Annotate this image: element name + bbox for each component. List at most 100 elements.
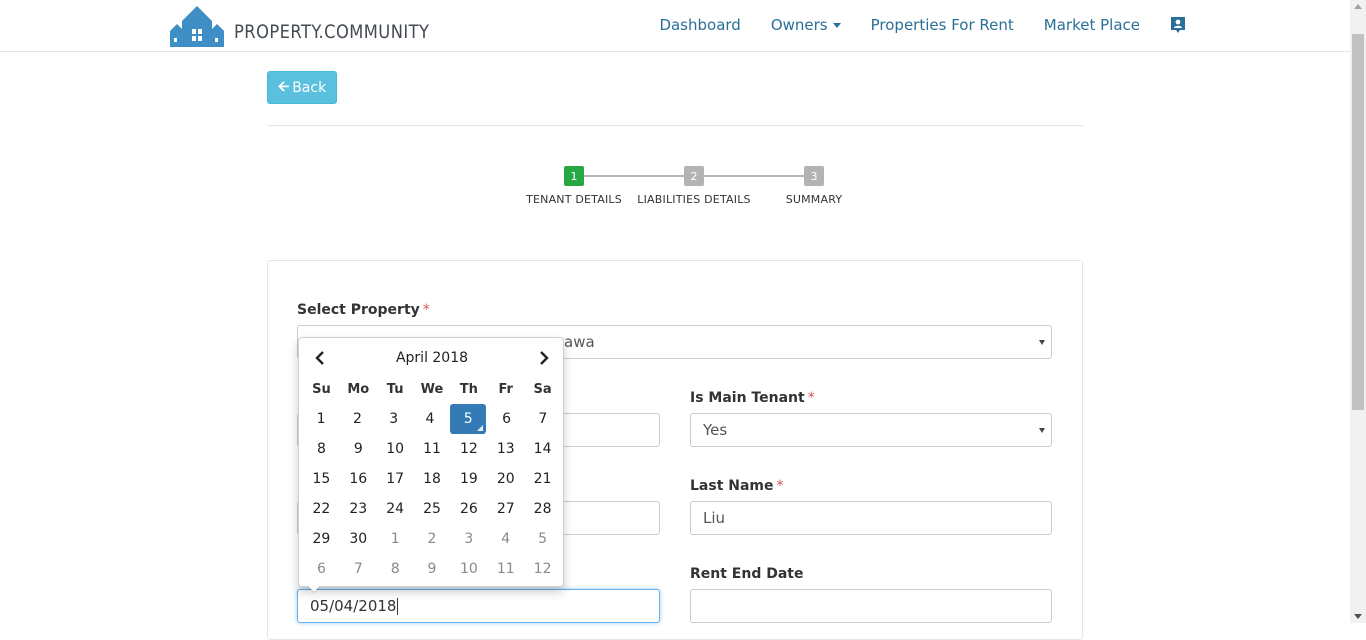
datepicker-pointer-inner xyxy=(308,586,320,592)
last-name-label: Last Name * xyxy=(690,478,784,494)
calendar-day[interactable]: 29 xyxy=(303,524,340,554)
nav-dashboard[interactable]: Dashboard xyxy=(659,16,740,34)
select-caret-icon xyxy=(1039,428,1045,433)
chevron-right-icon[interactable] xyxy=(529,344,559,372)
calendar-week-row: 15 16 17 18 19 20 21 xyxy=(303,464,561,494)
weekday-label: Su xyxy=(312,381,331,397)
select-caret-icon xyxy=(1039,340,1045,345)
scroll-thumb[interactable] xyxy=(1352,34,1364,410)
calendar-day[interactable]: 17 xyxy=(377,464,414,494)
calendar-day[interactable]: 14 xyxy=(524,434,561,464)
calendar-day[interactable]: 19 xyxy=(450,464,487,494)
calendar-day[interactable]: 23 xyxy=(340,494,377,524)
last-name-value: Liu xyxy=(703,509,726,527)
step-2-indicator[interactable]: 2 xyxy=(684,166,704,186)
weekday-label: Mo xyxy=(347,381,370,397)
calendar-day[interactable]: 16 xyxy=(340,464,377,494)
is-main-tenant-label: Is Main Tenant * xyxy=(690,390,815,406)
calendar-day[interactable]: 20 xyxy=(487,464,524,494)
calendar-day[interactable]: 11 xyxy=(487,554,524,584)
calendar-day[interactable]: 25 xyxy=(414,494,451,524)
calendar-day[interactable]: 2 xyxy=(414,524,451,554)
calendar-day[interactable]: 10 xyxy=(450,554,487,584)
datepicker-month-title[interactable]: April 2018 xyxy=(343,344,521,372)
calendar-week-row: 22 23 24 25 26 27 28 xyxy=(303,494,561,524)
calendar-day[interactable]: 4 xyxy=(487,524,524,554)
is-main-tenant-select[interactable]: Yes xyxy=(690,413,1052,447)
nav-owners-label: Owners xyxy=(770,16,828,34)
calendar-day[interactable]: 1 xyxy=(303,404,339,434)
scroll-up-icon[interactable] xyxy=(1354,4,1362,9)
calendar-day[interactable]: 2 xyxy=(339,404,375,434)
calendar-day[interactable]: 26 xyxy=(450,494,487,524)
is-main-tenant-value: Yes xyxy=(703,421,728,439)
calendar-day[interactable]: 21 xyxy=(524,464,561,494)
back-button[interactable]: 🡨 Back xyxy=(267,71,337,104)
weekday-label: We xyxy=(420,381,444,397)
step-3-label: SUMMARY xyxy=(785,193,843,206)
calendar-day[interactable]: 30 xyxy=(340,524,377,554)
weekday-label: Fr xyxy=(498,381,513,397)
step-connector xyxy=(584,175,684,177)
calendar-day[interactable]: 6 xyxy=(488,404,524,434)
nav-market-place[interactable]: Market Place xyxy=(1044,16,1140,34)
calendar-day[interactable]: 3 xyxy=(376,404,412,434)
select-property-value: awa xyxy=(564,333,595,351)
calendar-day[interactable]: 18 xyxy=(414,464,451,494)
brand-name: PROPERTY.COMMUNITY xyxy=(234,21,430,43)
calendar-week-row: 1234567 xyxy=(303,404,561,434)
calendar-day[interactable]: 24 xyxy=(377,494,414,524)
calendar-day[interactable]: 12 xyxy=(450,434,487,464)
rent-start-date-input[interactable]: 05/04/2018 xyxy=(297,589,660,623)
text-cursor xyxy=(397,597,399,615)
calendar-day[interactable]: 8 xyxy=(303,434,340,464)
rent-end-date-label: Rent End Date xyxy=(690,566,804,582)
chevron-left-icon[interactable] xyxy=(305,344,335,372)
nav-properties-for-rent[interactable]: Properties For Rent xyxy=(871,16,1014,34)
page-scrollbar[interactable] xyxy=(1350,0,1366,623)
main-nav: Dashboard Owners Properties For Rent Mar… xyxy=(629,0,1350,50)
calendar-day[interactable]: 11 xyxy=(414,434,451,464)
calendar-day[interactable]: 10 xyxy=(377,434,414,464)
rent-end-date-input[interactable] xyxy=(690,589,1052,623)
step-3-indicator[interactable]: 3 xyxy=(804,166,824,186)
rent-start-date-value: 05/04/2018 xyxy=(310,597,397,615)
weekday-label: Th xyxy=(459,381,478,397)
scroll-down-icon[interactable] xyxy=(1354,614,1362,619)
back-button-label: Back xyxy=(292,79,327,96)
calendar-day-selected[interactable]: 5 xyxy=(450,404,487,434)
calendar-day[interactable]: 7 xyxy=(525,404,561,434)
calendar-day[interactable]: 1 xyxy=(377,524,414,554)
calendar-day[interactable]: 13 xyxy=(487,434,524,464)
calendar-day[interactable]: 8 xyxy=(377,554,414,584)
house-logo-icon xyxy=(170,6,224,47)
user-card-icon[interactable] xyxy=(1170,16,1186,34)
calendar-day[interactable]: 5 xyxy=(524,524,561,554)
calendar-day[interactable]: 9 xyxy=(414,554,451,584)
nav-owners-dropdown[interactable]: Owners xyxy=(771,16,841,34)
calendar-day[interactable]: 7 xyxy=(340,554,377,584)
calendar-day[interactable]: 15 xyxy=(303,464,340,494)
weekday-header-row: Su Mo Tu We Th Fr Sa xyxy=(303,374,561,404)
caret-down-icon xyxy=(832,23,841,28)
calendar-day[interactable]: 9 xyxy=(340,434,377,464)
step-1-indicator[interactable]: 1 xyxy=(564,166,584,186)
last-name-input[interactable]: Liu xyxy=(690,501,1052,535)
weekday-label: Sa xyxy=(533,381,552,397)
step-connector xyxy=(704,175,804,177)
weekday-label: Tu xyxy=(386,381,404,397)
calendar-day[interactable]: 22 xyxy=(303,494,340,524)
calendar-day[interactable]: 6 xyxy=(303,554,340,584)
calendar-day[interactable]: 12 xyxy=(524,554,561,584)
calendar-day[interactable]: 28 xyxy=(524,494,561,524)
datepicker-header: April 2018 xyxy=(303,344,561,372)
calendar-day[interactable]: 4 xyxy=(412,404,448,434)
brand[interactable]: PROPERTY.COMMUNITY xyxy=(168,3,461,47)
datepicker-popup: April 2018 Su Mo Tu We Th Fr Sa 1 2 3 4 5 6 7 8 9 10 11 12… xyxy=(298,337,564,593)
arrow-left-icon: 🡨 xyxy=(277,78,290,95)
calendar-day[interactable]: 27 xyxy=(487,494,524,524)
calendar-week-row: 8 9 10 11 12 13 14 xyxy=(303,434,561,464)
calendar-day[interactable]: 3 xyxy=(450,524,487,554)
select-property-label: Select Property * xyxy=(297,302,430,318)
calendar-week-row: 29 30 1 2 3 4 5 xyxy=(303,524,561,554)
